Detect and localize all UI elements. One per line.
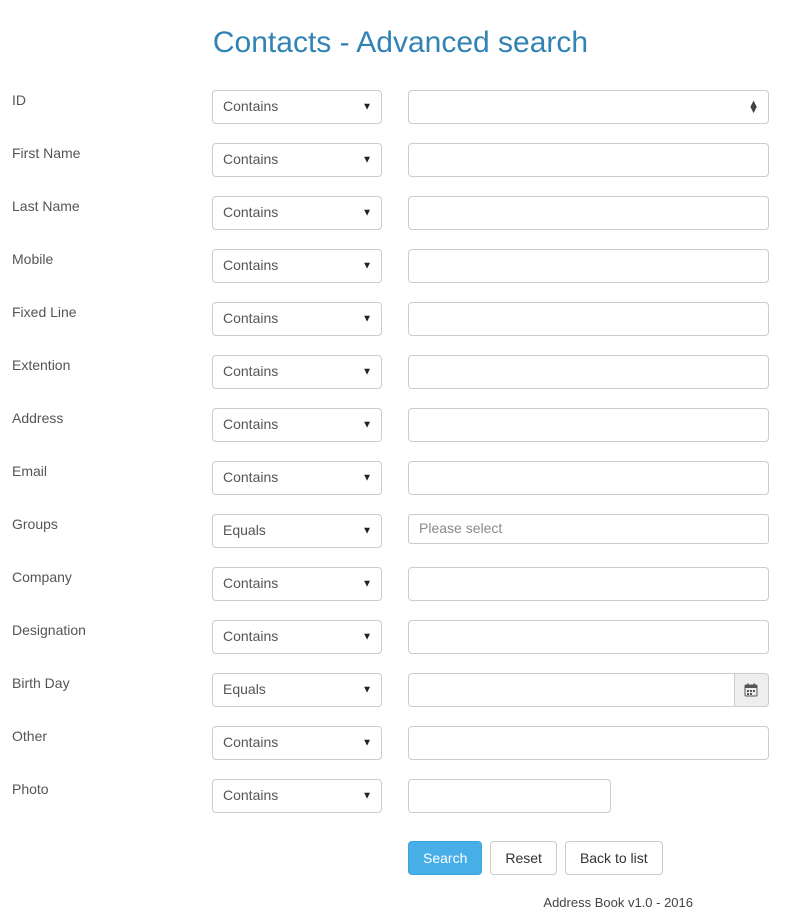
- row-designation: Designation Contains ▼: [12, 620, 789, 654]
- calendar-icon[interactable]: [735, 673, 769, 707]
- row-fixedline: Fixed Line Contains ▼: [12, 302, 789, 336]
- row-company: Company Contains ▼: [12, 567, 789, 601]
- label-designation: Designation: [12, 620, 212, 638]
- operator-lastname[interactable]: Contains: [212, 196, 382, 230]
- label-fixedline: Fixed Line: [12, 302, 212, 320]
- value-groups[interactable]: Please select: [408, 514, 769, 544]
- value-extention[interactable]: [408, 355, 769, 389]
- value-firstname[interactable]: [408, 143, 769, 177]
- value-address[interactable]: [408, 408, 769, 442]
- row-id: ID Contains ▼ ▲▼: [12, 90, 789, 124]
- footer-text: Address Book v1.0 - 2016: [0, 893, 801, 920]
- label-company: Company: [12, 567, 212, 585]
- operator-id[interactable]: Contains: [212, 90, 382, 124]
- value-lastname[interactable]: [408, 196, 769, 230]
- value-fixedline[interactable]: [408, 302, 769, 336]
- row-other: Other Contains ▼: [12, 726, 789, 760]
- value-birthday[interactable]: [408, 673, 735, 707]
- label-birthday: Birth Day: [12, 673, 212, 691]
- row-lastname: Last Name Contains ▼: [12, 196, 789, 230]
- back-to-list-button[interactable]: Back to list: [565, 841, 663, 875]
- operator-email[interactable]: Contains: [212, 461, 382, 495]
- row-address: Address Contains ▼: [12, 408, 789, 442]
- operator-designation[interactable]: Contains: [212, 620, 382, 654]
- value-other[interactable]: [408, 726, 769, 760]
- operator-extention[interactable]: Contains: [212, 355, 382, 389]
- label-address: Address: [12, 408, 212, 426]
- reset-button[interactable]: Reset: [490, 841, 557, 875]
- label-email: Email: [12, 461, 212, 479]
- label-lastname: Last Name: [12, 196, 212, 214]
- label-firstname: First Name: [12, 143, 212, 161]
- operator-photo[interactable]: Contains: [212, 779, 382, 813]
- operator-mobile[interactable]: Contains: [212, 249, 382, 283]
- label-other: Other: [12, 726, 212, 744]
- operator-groups[interactable]: Equals: [212, 514, 382, 548]
- operator-other[interactable]: Contains: [212, 726, 382, 760]
- row-email: Email Contains ▼: [12, 461, 789, 495]
- row-photo: Photo Contains ▼: [12, 779, 789, 813]
- operator-birthday[interactable]: Equals: [212, 673, 382, 707]
- label-groups: Groups: [12, 514, 212, 532]
- operator-firstname[interactable]: Contains: [212, 143, 382, 177]
- row-firstname: First Name Contains ▼: [12, 143, 789, 177]
- value-company[interactable]: [408, 567, 769, 601]
- value-mobile[interactable]: [408, 249, 769, 283]
- row-extention: Extention Contains ▼: [12, 355, 789, 389]
- search-button[interactable]: Search: [408, 841, 482, 875]
- label-extention: Extention: [12, 355, 212, 373]
- value-photo[interactable]: [408, 779, 611, 813]
- action-row: Search Reset Back to list: [12, 841, 789, 875]
- value-email[interactable]: [408, 461, 769, 495]
- operator-address[interactable]: Contains: [212, 408, 382, 442]
- value-designation[interactable]: [408, 620, 769, 654]
- row-groups: Groups Equals ▼ Please select: [12, 514, 789, 548]
- operator-company[interactable]: Contains: [212, 567, 382, 601]
- label-id: ID: [12, 90, 212, 108]
- page-title: Contacts - Advanced search: [12, 26, 789, 60]
- row-birthday: Birth Day Equals ▼: [12, 673, 789, 707]
- label-mobile: Mobile: [12, 249, 212, 267]
- row-mobile: Mobile Contains ▼: [12, 249, 789, 283]
- operator-fixedline[interactable]: Contains: [212, 302, 382, 336]
- label-photo: Photo: [12, 779, 212, 797]
- value-id[interactable]: [408, 90, 769, 124]
